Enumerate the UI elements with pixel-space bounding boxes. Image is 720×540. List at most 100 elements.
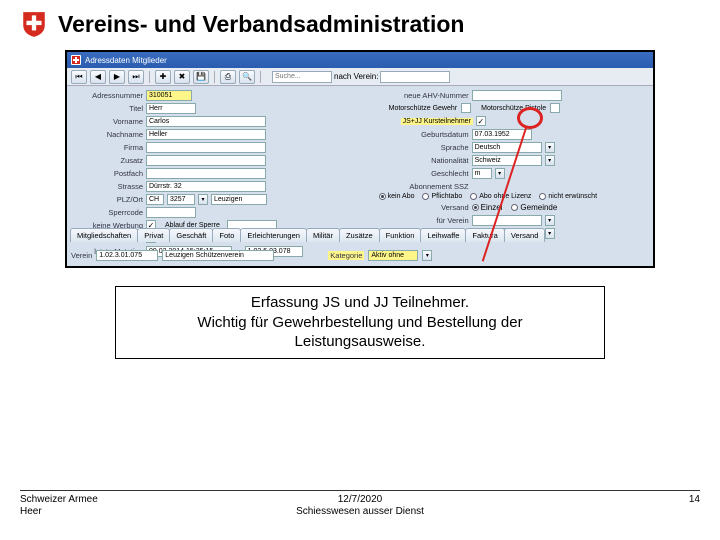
field-cc[interactable]: CH (146, 194, 164, 205)
app-screenshot: Adressdaten Mitglieder ⏮ ◀ ▶ ⏭ ✚ ✖ 💾 ⎙ 🔍… (65, 50, 655, 268)
field-kategorie[interactable]: Aktiv ohne (368, 250, 418, 261)
field-nachname[interactable]: Heller (146, 129, 266, 140)
print-button[interactable]: ⎙ (220, 70, 236, 84)
radio-einzel[interactable] (472, 204, 479, 211)
label-titel: Titel (71, 104, 143, 113)
field-adressnummer[interactable]: 310051 (146, 90, 192, 101)
search-verein-input[interactable] (380, 71, 450, 83)
nav-prev-button[interactable]: ◀ (90, 70, 106, 84)
field-verein-name[interactable]: Leuzigen Schützenverein (162, 250, 274, 261)
label-abonnement: Abonnement SSZ (377, 182, 469, 191)
field-sprache[interactable]: Deutsch (472, 142, 542, 153)
app-icon (71, 55, 81, 65)
label-postfach: Postfach (71, 169, 143, 178)
field-postfach[interactable] (146, 168, 266, 179)
tab-geschaft[interactable]: Geschäft (169, 228, 213, 242)
field-firma[interactable] (146, 142, 266, 153)
field-sperrcode[interactable] (146, 207, 196, 218)
sprache-dropdown-icon[interactable]: ▾ (545, 142, 555, 153)
field-nationalitat[interactable]: Schweiz (472, 155, 542, 166)
search-label: nach Verein: (334, 72, 378, 81)
field-ort[interactable]: Leuzigen (211, 194, 267, 205)
label-nachname: Nachname (71, 130, 143, 139)
delete-button[interactable]: ✖ (174, 70, 190, 84)
page-number: 14 (689, 494, 700, 518)
field-ahv[interactable] (472, 90, 562, 101)
label-sperrcode: Sperrcode (71, 208, 143, 217)
search-input[interactable] (272, 71, 332, 83)
window-titlebar: Adressdaten Mitglieder (67, 52, 653, 68)
label-fur-verein: für Verein (377, 216, 469, 225)
nav-first-button[interactable]: ⏮ (71, 70, 87, 84)
nav-next-button[interactable]: ▶ (109, 70, 125, 84)
radio-gemeinde[interactable] (511, 204, 518, 211)
label-verein: Verein (71, 251, 92, 260)
field-fur-verein[interactable] (472, 215, 542, 226)
tab-militar[interactable]: Militär (306, 228, 340, 242)
window-title: Adressdaten Mitglieder (85, 56, 167, 65)
label-motorschutze-p: Motorschütze Pistole (481, 105, 546, 112)
form-right-col: neue AHV-Nummer Motorschütze Gewehr Moto… (377, 89, 649, 225)
label-versand: Versand (377, 203, 469, 212)
footer: Schweizer Armee Heer 12/7/2020 Schiesswe… (20, 490, 700, 518)
label-zusatz: Zusatz (71, 156, 143, 165)
tab-mitgliedschaften[interactable]: Mitgliedschaften (70, 228, 138, 242)
field-geburt[interactable]: 07.03.1952 (472, 129, 532, 140)
label-jsjj: JS+JJ Kursteilnehmer (401, 118, 473, 125)
search-button[interactable]: 🔍 (239, 70, 255, 84)
footer-org: Schweizer Armee (20, 494, 98, 506)
check-jsjj[interactable]: ✓ (476, 116, 486, 126)
footer-suborg: Heer (20, 506, 98, 518)
new-button[interactable]: ✚ (155, 70, 171, 84)
nat-dropdown-icon[interactable]: ▾ (545, 155, 555, 166)
save-button[interactable]: 💾 (193, 70, 209, 84)
caption-line2: Wichtig für Gewehrbestellung und Bestell… (124, 313, 596, 333)
tab-leihwaffe[interactable]: Leihwaffe (420, 228, 466, 242)
footer-date: 12/7/2020 (296, 494, 424, 506)
geschl-dropdown-icon[interactable]: ▾ (495, 168, 505, 179)
radio-kein-abo[interactable] (379, 193, 386, 200)
caption-line3: Leistungsausweise. (124, 332, 596, 352)
label-geschlecht: Geschlecht (377, 169, 469, 178)
tab-funktion[interactable]: Funktion (379, 228, 422, 242)
field-vorname[interactable]: Carlos (146, 116, 266, 127)
form-left-col: Adressnummer310051 TitelHerr VornameCarl… (71, 89, 371, 225)
kategorie-dropdown-icon[interactable]: ▾ (422, 250, 432, 261)
field-titel[interactable]: Herr (146, 103, 196, 114)
label-motorschutze-g: Motorschütze Gewehr (389, 105, 457, 112)
toolbar: ⏮ ◀ ▶ ⏭ ✚ ✖ 💾 ⎙ 🔍 nach Verein: (67, 68, 653, 86)
nav-last-button[interactable]: ⏭ (128, 70, 144, 84)
check-motorschutze-p[interactable] (550, 103, 560, 113)
swiss-shield-icon (20, 10, 48, 38)
label-adressnummer: Adressnummer (71, 91, 143, 100)
abo-radiogroup: kein Abo Pflichtabo Abo ohne Lizenz nich… (377, 193, 649, 200)
label-vorname: Vorname (71, 117, 143, 126)
label-kategorie: Kategorie (328, 251, 364, 260)
label-strasse: Strasse (71, 182, 143, 191)
tab-zusatze[interactable]: Zusätze (339, 228, 380, 242)
tab-foto[interactable]: Foto (212, 228, 241, 242)
caption-box: Erfassung JS und JJ Teilnehmer. Wichtig … (115, 286, 605, 359)
tab-privat[interactable]: Privat (137, 228, 170, 242)
check-motorschutze-g[interactable] (461, 103, 471, 113)
tab-erleichterungen[interactable]: Erleichterungen (240, 228, 307, 242)
field-strasse[interactable]: Dürrstr. 32 (146, 181, 266, 192)
field-geschlecht[interactable]: m (472, 168, 492, 179)
field-plz[interactable]: 3257 (167, 194, 195, 205)
tab-faktura[interactable]: Faktura (465, 228, 504, 242)
verein-dropdown-icon[interactable]: ▾ (545, 215, 555, 226)
plz-dropdown-icon[interactable]: ▾ (198, 194, 208, 205)
label-firma: Firma (71, 143, 143, 152)
label-geburt: Geburtsdatum (377, 130, 469, 139)
label-ahv: neue AHV-Nummer (377, 91, 469, 100)
radio-nicht-erw[interactable] (539, 193, 546, 200)
field-verein-nr[interactable]: 1.02.3.01.075 (96, 250, 158, 261)
radio-abo-ohne-liz[interactable] (470, 193, 477, 200)
lizenz-dropdown-icon[interactable]: ▾ (545, 228, 555, 239)
label-sprache: Sprache (377, 143, 469, 152)
tab-versand[interactable]: Versand (504, 228, 546, 242)
radio-pflichtabo[interactable] (422, 193, 429, 200)
label-nationalitat: Nationalität (377, 156, 469, 165)
field-zusatz[interactable] (146, 155, 266, 166)
page-title: Vereins- und Verbandsadministration (58, 11, 464, 38)
